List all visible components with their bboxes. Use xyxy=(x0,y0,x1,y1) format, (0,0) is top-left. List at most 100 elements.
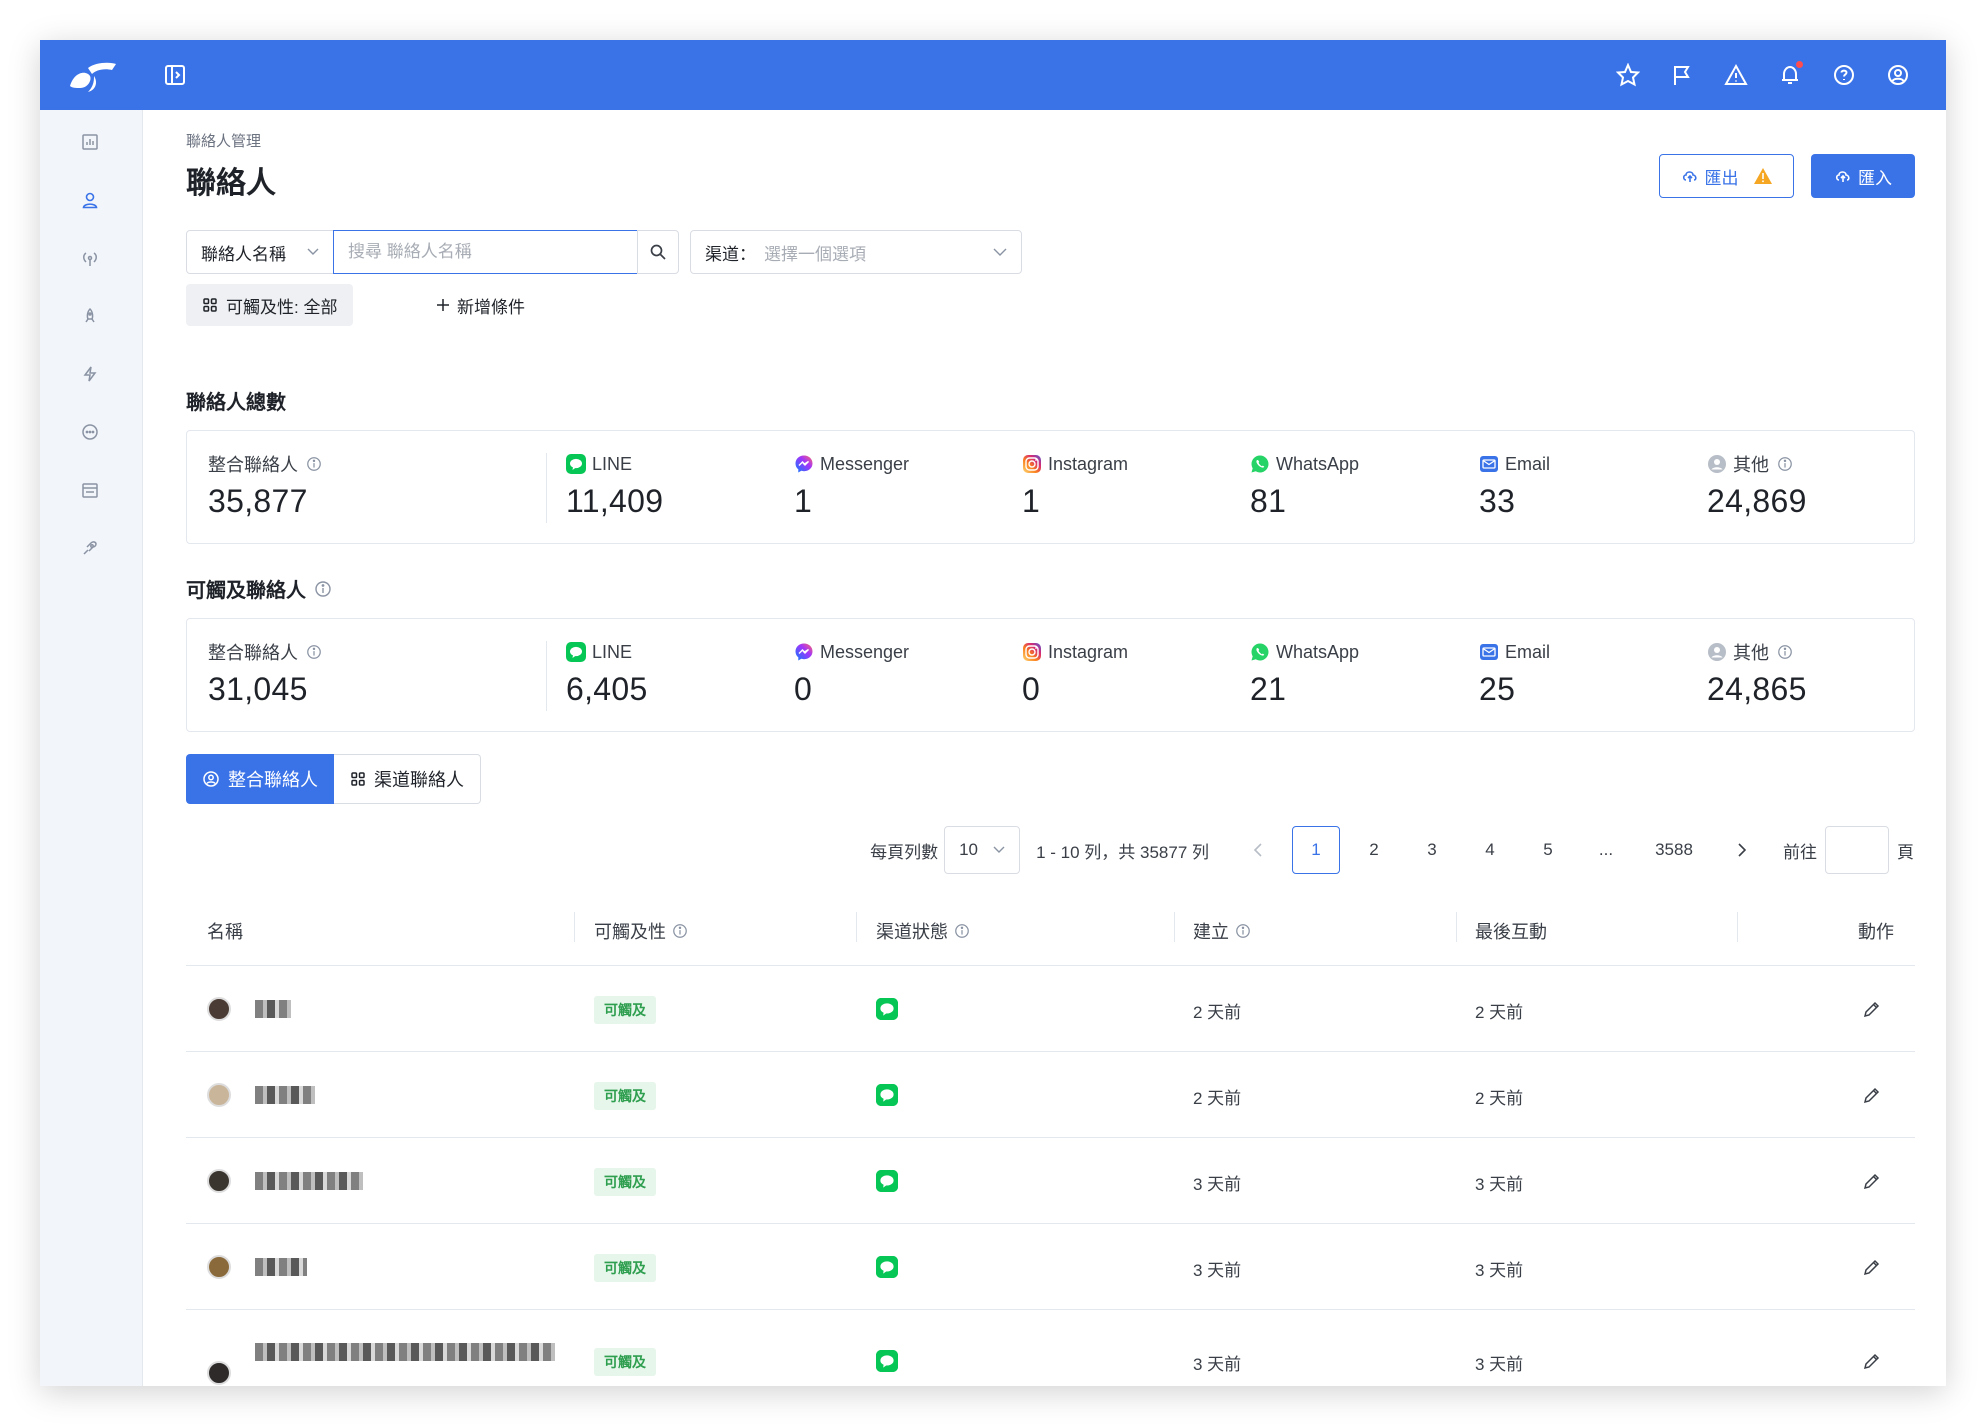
export-button[interactable]: 匯出 xyxy=(1659,154,1794,198)
prev-page-button[interactable] xyxy=(1234,826,1282,874)
rocket-icon[interactable] xyxy=(78,304,102,328)
info-icon[interactable] xyxy=(1775,454,1795,474)
page-button-2[interactable]: 2 xyxy=(1350,826,1398,874)
lightning-icon[interactable] xyxy=(78,362,102,386)
user-circle-icon[interactable] xyxy=(1886,60,1910,90)
store-icon[interactable] xyxy=(78,478,102,502)
search-input[interactable] xyxy=(333,230,638,274)
goto-page-input[interactable] xyxy=(1825,826,1889,874)
edit-icon[interactable] xyxy=(1862,999,1882,1019)
instagram-icon xyxy=(1022,642,1042,662)
edit-icon[interactable] xyxy=(1862,1351,1882,1371)
contact-name-cell[interactable] xyxy=(207,997,231,1021)
column-header-reach: 可觸及性 xyxy=(594,918,688,944)
info-icon[interactable] xyxy=(1235,923,1251,939)
instagram-icon xyxy=(1022,454,1042,474)
total-contacts-card: 整合聯絡人 35,877 LINE 11,409 Messenger 1 Instagram… xyxy=(186,430,1915,544)
column-header-channel-status: 渠道狀態 xyxy=(876,918,970,944)
page-button-3[interactable]: 3 xyxy=(1408,826,1456,874)
edit-icon[interactable] xyxy=(1862,1085,1882,1105)
stat-value: 1 xyxy=(1022,483,1041,519)
total-stat-instagram: Instagram 1 xyxy=(1022,451,1128,520)
page-button-3588[interactable]: 3588 xyxy=(1640,826,1708,874)
chevron-down-icon xyxy=(993,846,1005,853)
contact-name-cell[interactable] xyxy=(207,1083,231,1107)
info-icon[interactable] xyxy=(672,923,688,939)
add-condition-button[interactable]: 新增條件 xyxy=(435,284,525,326)
chevron-down-icon xyxy=(307,248,319,255)
chevron-down-icon xyxy=(993,248,1007,256)
user-icon[interactable] xyxy=(78,188,102,212)
contact-name-cell[interactable] xyxy=(207,1169,231,1193)
table-row[interactable]: 可觸及 3 天前 3 天前 xyxy=(186,1310,1915,1386)
info-icon[interactable] xyxy=(1775,642,1795,662)
total-stat-whatsapp: WhatsApp 81 xyxy=(1250,451,1359,520)
contact-name-cell[interactable] xyxy=(207,1361,231,1385)
bell-icon[interactable] xyxy=(1778,60,1803,90)
sidebar-toggle-icon[interactable] xyxy=(164,64,186,86)
edit-icon[interactable] xyxy=(1862,1171,1882,1191)
info-icon[interactable] xyxy=(314,580,332,598)
contact-name-redacted xyxy=(255,1343,555,1361)
cloud-upload-icon xyxy=(1835,171,1850,182)
tab-unified-contacts[interactable]: 整合聯絡人 xyxy=(186,754,334,804)
table-row[interactable]: 可觸及 2 天前 2 天前 xyxy=(186,966,1915,1052)
reach-filter-chip[interactable]: 可觸及性: 全部 xyxy=(186,284,354,326)
created-cell: 3 天前 xyxy=(1193,1175,1242,1194)
tab-channel-contacts[interactable]: 渠道聯絡人 xyxy=(334,754,481,804)
per-page-select[interactable]: 10 xyxy=(944,826,1021,874)
messenger-icon xyxy=(794,454,814,474)
messenger-icon xyxy=(794,642,814,662)
channel-select[interactable]: 渠道： 選擇一個選項 xyxy=(690,230,1022,274)
column-header-name: 名稱 xyxy=(207,922,243,942)
reachable-stat-line: LINE 6,405 xyxy=(566,639,648,708)
last-interaction-cell: 2 天前 xyxy=(1475,1003,1524,1022)
contact-name-cell[interactable] xyxy=(207,1255,231,1279)
search-icon xyxy=(650,244,666,260)
chat-icon[interactable] xyxy=(78,420,102,444)
edit-icon[interactable] xyxy=(1862,1257,1882,1277)
table-row[interactable]: 可觸及 3 天前 3 天前 xyxy=(186,1138,1915,1224)
stat-divider xyxy=(546,453,547,523)
search-field-select[interactable]: 聯絡人名稱 xyxy=(186,230,334,274)
search-button[interactable] xyxy=(637,230,679,274)
logo-icon[interactable] xyxy=(64,56,118,94)
cloud-upload-icon xyxy=(1682,171,1697,182)
page-button-5[interactable]: 5 xyxy=(1524,826,1572,874)
info-icon[interactable] xyxy=(304,454,324,474)
flag-icon[interactable] xyxy=(1670,60,1694,90)
warning-icon[interactable] xyxy=(1724,60,1748,90)
channel-label: 渠道： xyxy=(705,244,756,264)
stat-label: Email xyxy=(1505,641,1551,662)
stat-label: 整合聯絡人 xyxy=(208,643,298,663)
line-icon xyxy=(876,1256,898,1278)
user-circle-icon xyxy=(203,771,219,787)
stat-value: 31,045 xyxy=(208,671,308,707)
chart-icon[interactable] xyxy=(78,130,102,154)
column-header-created: 建立 xyxy=(1193,918,1251,944)
other-channel-icon xyxy=(1707,454,1727,474)
stat-value: 6,405 xyxy=(566,671,648,707)
whatsapp-icon xyxy=(1250,642,1270,662)
stat-value: 11,409 xyxy=(566,483,664,519)
stat-value: 21 xyxy=(1250,671,1287,707)
per-page-value: 10 xyxy=(959,840,978,859)
info-icon[interactable] xyxy=(954,923,970,939)
avatar xyxy=(207,1169,231,1193)
stat-value: 1 xyxy=(794,483,813,519)
created-cell: 3 天前 xyxy=(1193,1261,1242,1280)
table-row[interactable]: 可觸及 3 天前 3 天前 xyxy=(186,1224,1915,1310)
puzzle-icon[interactable] xyxy=(78,536,102,560)
import-button[interactable]: 匯入 xyxy=(1811,154,1915,198)
stat-label: LINE xyxy=(592,641,633,662)
info-icon[interactable] xyxy=(304,642,324,662)
broadcast-icon[interactable] xyxy=(78,246,102,270)
star-icon[interactable] xyxy=(1616,60,1640,90)
page-button-1[interactable]: 1 xyxy=(1292,826,1340,874)
breadcrumb[interactable]: 聯絡人管理 xyxy=(186,130,261,151)
notification-dot xyxy=(1796,61,1803,68)
help-icon[interactable] xyxy=(1832,60,1856,90)
next-page-button[interactable] xyxy=(1718,826,1766,874)
table-row[interactable]: 可觸及 2 天前 2 天前 xyxy=(186,1052,1915,1138)
page-button-4[interactable]: 4 xyxy=(1466,826,1514,874)
